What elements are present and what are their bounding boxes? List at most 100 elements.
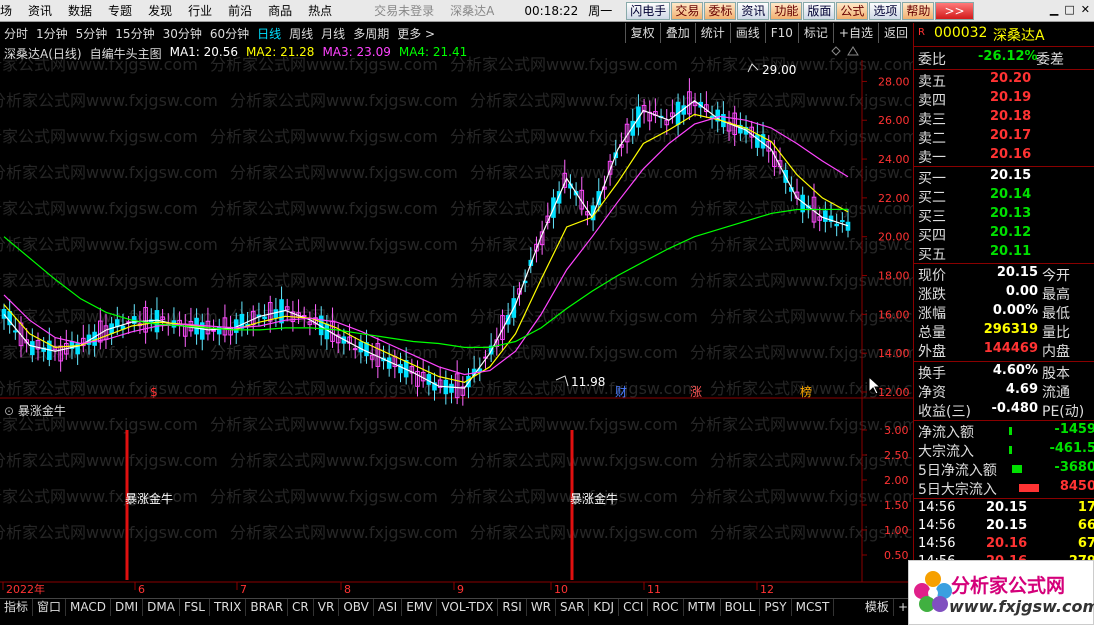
period-monthly[interactable]: 月线 xyxy=(317,25,349,42)
indicator-tab-14[interactable]: RSI xyxy=(498,599,527,616)
maximize-icon[interactable]: □ xyxy=(1064,3,1074,16)
statistics-button[interactable]: 统计 xyxy=(694,23,730,43)
flash-trade-button[interactable]: 闪电手 xyxy=(626,1,671,20)
watermark-text: 分析家公式网www.fxjgsw.com xyxy=(210,343,438,362)
indicator-tab-11[interactable]: ASI xyxy=(374,599,403,616)
close-icon[interactable]: ✕ xyxy=(1081,3,1090,16)
site-logo: 分析家公式网 www.fxjgsw.com xyxy=(908,560,1094,625)
candle-body xyxy=(216,326,222,335)
menu-item-market[interactable]: 场 xyxy=(0,2,20,19)
sell-row-2[interactable]: 卖二 20.17 xyxy=(918,128,1090,147)
sub-indicator-title[interactable]: ⊙ 暴涨金牛 xyxy=(4,402,66,419)
indicator-tab-6[interactable]: TRIX xyxy=(210,599,247,616)
menu-item-hot[interactable]: 热点 xyxy=(300,2,340,19)
period-multi[interactable]: 多周期 xyxy=(349,25,393,42)
buy-row-5[interactable]: 买五 20.11 xyxy=(918,244,1090,263)
more-button[interactable]: >> xyxy=(935,1,974,20)
indicator-tab-0[interactable]: 指标 xyxy=(0,599,34,616)
indicator-tab-24[interactable]: 模板 xyxy=(861,599,894,616)
main-indicator-name[interactable]: 自编牛头主图 xyxy=(90,45,162,62)
function-button[interactable]: 功能 xyxy=(770,1,803,20)
logo-text: 分析家公式网 xyxy=(951,575,1066,597)
stat-row: 涨跌 0.00 最高 xyxy=(918,284,1090,303)
f10-button[interactable]: F10 xyxy=(764,23,798,43)
draw-button[interactable]: 画线 xyxy=(729,23,765,43)
buy-row-2[interactable]: 买二 20.14 xyxy=(918,187,1090,206)
watermark-text: 分析家公式网www.fxjgsw.com xyxy=(0,163,218,182)
period-intraday[interactable]: 分时 xyxy=(0,25,32,42)
indicator-tab-20[interactable]: MTM xyxy=(684,599,721,616)
indicator-tab-4[interactable]: DMA xyxy=(143,599,180,616)
info-button[interactable]: 资讯 xyxy=(737,1,770,20)
menu-item-data[interactable]: 数据 xyxy=(60,2,100,19)
sell-row-5[interactable]: 卖五 20.20 xyxy=(918,71,1090,90)
watermark-text: 分析家公式网www.fxjgsw.com xyxy=(710,451,913,470)
menu-item-discover[interactable]: 发现 xyxy=(140,2,180,19)
mark-button[interactable]: 标记 xyxy=(797,23,833,43)
period-60min[interactable]: 60分钟 xyxy=(206,25,253,42)
period-weekly[interactable]: 周线 xyxy=(285,25,317,42)
indicator-tab-15[interactable]: WR xyxy=(527,599,557,616)
indicator-tab-23[interactable]: MCST xyxy=(792,599,835,616)
menu-item-commodity[interactable]: 商品 xyxy=(260,2,300,19)
tick-time: 14:56 xyxy=(918,518,956,533)
indicator-tab-9[interactable]: VR xyxy=(314,599,340,616)
sell-label: 卖二 xyxy=(918,131,946,147)
indicator-tab-3[interactable]: DMI xyxy=(111,599,144,616)
indicator-tab-18[interactable]: CCI xyxy=(619,599,649,616)
indicator-tab-12[interactable]: EMV xyxy=(402,599,438,616)
indicator-tab-8[interactable]: CR xyxy=(288,599,314,616)
indicator-tab-7[interactable]: BRAR xyxy=(246,599,289,616)
back-button[interactable]: 返回 xyxy=(877,23,913,43)
adjust-button[interactable]: 复权 xyxy=(624,23,660,43)
formula-button[interactable]: 公式 xyxy=(836,1,869,20)
menu-item-topic[interactable]: 专题 xyxy=(100,2,140,19)
indicator-tab-22[interactable]: PSY xyxy=(760,599,792,616)
sell-row-1[interactable]: 卖一 20.16 xyxy=(918,147,1090,166)
sell-row-3[interactable]: 卖三 20.18 xyxy=(918,109,1090,128)
order-button[interactable]: 委标 xyxy=(704,1,737,20)
x-tick-label: 6 xyxy=(138,583,145,596)
indicator-tab-13[interactable]: VOL-TDX xyxy=(437,599,499,616)
stat2-row: 收益(三) -0.480 PE(动) xyxy=(918,401,1090,420)
period-more[interactable]: 更多 > xyxy=(393,25,439,42)
period-1min[interactable]: 1分钟 xyxy=(32,25,72,42)
watermark-text: 分析家公式网www.fxjgsw.com xyxy=(470,91,698,110)
buy-row-3[interactable]: 买三 20.13 xyxy=(918,206,1090,225)
buy-row-4[interactable]: 买四 20.12 xyxy=(918,225,1090,244)
indicator-tab-19[interactable]: ROC xyxy=(648,599,684,616)
layout-button[interactable]: 版面 xyxy=(803,1,836,20)
buy-row-1[interactable]: 买一 20.15 xyxy=(918,168,1090,187)
menu-item-industry[interactable]: 行业 xyxy=(180,2,220,19)
options-button[interactable]: 选项 xyxy=(869,1,902,20)
chart-tools: 复权 叠加 统计 画线 F10 标记 +自选 返回 xyxy=(624,23,913,43)
help-button[interactable]: 帮助 xyxy=(902,1,935,20)
minimize-icon[interactable]: ▁ xyxy=(1050,3,1058,16)
indicator-tab-10[interactable]: OBV xyxy=(339,599,374,616)
tick-price: 20.16 xyxy=(986,536,1028,551)
stat-label: 总量 xyxy=(918,325,946,341)
flower-logo-icon xyxy=(914,571,952,612)
trade-button[interactable]: 交易 xyxy=(671,1,704,20)
indicator-tab-5[interactable]: FSL xyxy=(180,599,210,616)
overlay-button[interactable]: 叠加 xyxy=(659,23,695,43)
period-daily[interactable]: 日线 xyxy=(253,25,285,42)
kline-chart[interactable]: 分析家公式网www.fxjgsw.com 分析家公式网www.fxjgsw.com… xyxy=(0,43,913,610)
indicator-tab-21[interactable]: BOLL xyxy=(721,599,761,616)
indicator-tab-2[interactable]: MACD xyxy=(66,599,112,616)
menu-item-frontier[interactable]: 前沿 xyxy=(220,2,260,19)
flow-row: 5日大宗流入 8450 xyxy=(918,479,1094,498)
add-favorite-button[interactable]: +自选 xyxy=(832,23,878,43)
indicator-tab-16[interactable]: SAR xyxy=(556,599,590,616)
indicator-tab-1[interactable]: 窗口 xyxy=(33,599,67,616)
period-5min[interactable]: 5分钟 xyxy=(72,25,112,42)
buy-price: 20.11 xyxy=(990,244,1032,259)
menu-item-news[interactable]: 资讯 xyxy=(20,2,60,19)
period-30min[interactable]: 30分钟 xyxy=(159,25,206,42)
indicator-tab-17[interactable]: KDJ xyxy=(589,599,620,616)
sell-row-4[interactable]: 卖四 20.19 xyxy=(918,90,1090,109)
chart-stock-title[interactable]: 深桑达A(日线) xyxy=(4,45,82,62)
period-15min[interactable]: 15分钟 xyxy=(111,25,158,42)
login-status[interactable]: 交易未登录 xyxy=(366,2,442,19)
collapse-icon[interactable]: ⊙ xyxy=(4,404,14,418)
